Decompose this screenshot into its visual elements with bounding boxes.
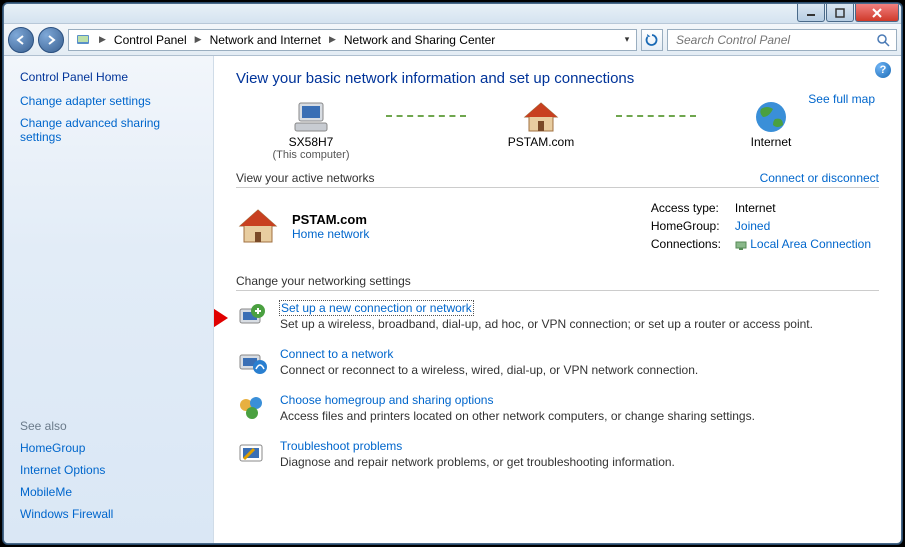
window: ▶ Control Panel ▶ Network and Internet ▶… bbox=[3, 3, 902, 544]
node-domain: PSTAM.com bbox=[466, 99, 616, 161]
task-desc: Set up a wireless, broadband, dial-up, a… bbox=[280, 317, 813, 331]
nic-icon bbox=[735, 239, 747, 251]
globe-icon bbox=[751, 99, 791, 135]
see-also-title: See also bbox=[20, 419, 197, 433]
task-title[interactable]: Connect to a network bbox=[280, 347, 393, 361]
node-computer-sub: (This computer) bbox=[272, 149, 349, 161]
sidebar: Control Panel Home Change adapter settin… bbox=[4, 56, 214, 543]
access-type-value: Internet bbox=[729, 200, 877, 216]
task-desc: Diagnose and repair network problems, or… bbox=[280, 455, 675, 469]
titlebar bbox=[4, 4, 901, 24]
active-network-row: PSTAM.com Home network Access type: Inte… bbox=[236, 188, 879, 268]
search-icon[interactable] bbox=[876, 33, 890, 47]
navbar: ▶ Control Panel ▶ Network and Internet ▶… bbox=[4, 24, 901, 56]
seealso-windows-firewall[interactable]: Windows Firewall bbox=[20, 507, 197, 521]
help-icon[interactable]: ? bbox=[875, 62, 891, 78]
tasks-list: Set up a new connection or network Set u… bbox=[236, 301, 879, 471]
sidebar-link-advanced[interactable]: Change advanced sharing settings bbox=[20, 116, 197, 144]
change-settings-label: Change your networking settings bbox=[236, 274, 411, 288]
node-computer-name: SX58H7 bbox=[289, 135, 334, 149]
minimize-button[interactable] bbox=[797, 4, 825, 22]
page-title: View your basic network information and … bbox=[236, 70, 879, 87]
network-map: SX58H7 (This computer) PSTAM.com bbox=[236, 99, 879, 161]
back-button[interactable] bbox=[8, 27, 34, 53]
sidebar-home[interactable]: Control Panel Home bbox=[20, 70, 197, 84]
connect-disconnect-link[interactable]: Connect or disconnect bbox=[760, 171, 879, 185]
chevron-right-icon[interactable]: ▶ bbox=[193, 34, 204, 45]
task-homegroup-sharing[interactable]: Choose homegroup and sharing options Acc… bbox=[236, 393, 879, 425]
homegroup-icon bbox=[236, 393, 268, 425]
node-domain-name: PSTAM.com bbox=[508, 135, 574, 149]
computer-icon bbox=[291, 99, 331, 135]
task-desc: Access files and printers located on oth… bbox=[280, 409, 755, 423]
active-net-details: Access type: Internet HomeGroup: Joined … bbox=[643, 198, 879, 254]
active-net-name: PSTAM.com bbox=[292, 212, 367, 227]
active-net-type-link[interactable]: Home network bbox=[292, 227, 369, 241]
close-button[interactable] bbox=[855, 4, 899, 22]
seealso-mobileme[interactable]: MobileMe bbox=[20, 485, 197, 499]
connection-link[interactable]: Local Area Connection bbox=[750, 237, 871, 251]
address-dropdown[interactable]: ▾ bbox=[620, 34, 634, 45]
sidebar-link-adapter[interactable]: Change adapter settings bbox=[20, 94, 197, 108]
house-icon bbox=[521, 99, 561, 135]
chevron-right-icon[interactable]: ▶ bbox=[327, 34, 338, 45]
node-internet-name: Internet bbox=[751, 135, 792, 149]
task-title[interactable]: Troubleshoot problems bbox=[280, 439, 402, 453]
net-connection-line bbox=[386, 115, 466, 117]
active-networks-label: View your active networks bbox=[236, 171, 375, 185]
homegroup-link[interactable]: Joined bbox=[735, 219, 770, 233]
connect-network-icon bbox=[236, 347, 268, 379]
body: Control Panel Home Change adapter settin… bbox=[4, 56, 901, 543]
seealso-internet-options[interactable]: Internet Options bbox=[20, 463, 197, 477]
control-panel-icon bbox=[71, 30, 95, 50]
red-arrow-annotation bbox=[214, 305, 228, 331]
seealso-homegroup[interactable]: HomeGroup bbox=[20, 441, 197, 455]
chevron-right-icon[interactable]: ▶ bbox=[97, 34, 108, 45]
house-icon bbox=[236, 206, 280, 246]
change-settings-header: Change your networking settings bbox=[236, 274, 879, 291]
task-setup-connection[interactable]: Set up a new connection or network Set u… bbox=[236, 301, 879, 333]
task-troubleshoot[interactable]: Troubleshoot problems Diagnose and repai… bbox=[236, 439, 879, 471]
node-computer: SX58H7 (This computer) bbox=[236, 99, 386, 161]
breadcrumb[interactable]: Network and Sharing Center bbox=[340, 30, 499, 50]
task-desc: Connect or reconnect to a wireless, wire… bbox=[280, 363, 698, 377]
active-networks-header: View your active networks Connect or dis… bbox=[236, 171, 879, 188]
connections-label: Connections: bbox=[645, 236, 727, 252]
maximize-button[interactable] bbox=[826, 4, 854, 22]
task-title[interactable]: Choose homegroup and sharing options bbox=[280, 393, 493, 407]
search-input[interactable] bbox=[674, 32, 876, 48]
node-internet: Internet bbox=[696, 99, 846, 161]
see-also: See also HomeGroup Internet Options Mobi… bbox=[20, 407, 197, 529]
main-content: ? View your basic network information an… bbox=[214, 56, 901, 543]
task-title[interactable]: Set up a new connection or network bbox=[280, 301, 473, 315]
breadcrumb[interactable]: Control Panel bbox=[110, 30, 191, 50]
homegroup-label: HomeGroup: bbox=[645, 218, 727, 234]
net-connection-line bbox=[616, 115, 696, 117]
breadcrumb[interactable]: Network and Internet bbox=[206, 30, 325, 50]
setup-connection-icon bbox=[236, 301, 268, 333]
forward-button[interactable] bbox=[38, 27, 64, 53]
access-type-label: Access type: bbox=[645, 200, 727, 216]
troubleshoot-icon bbox=[236, 439, 268, 471]
search-box[interactable] bbox=[667, 29, 897, 51]
task-connect-network[interactable]: Connect to a network Connect or reconnec… bbox=[236, 347, 879, 379]
refresh-button[interactable] bbox=[641, 29, 663, 51]
address-bar[interactable]: ▶ Control Panel ▶ Network and Internet ▶… bbox=[68, 29, 637, 51]
